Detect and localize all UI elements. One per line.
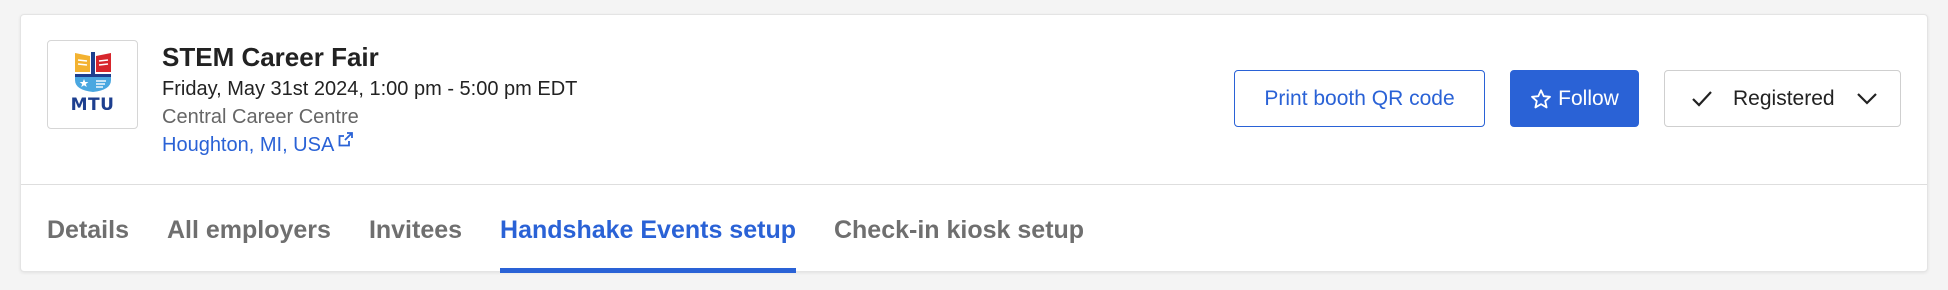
event-venue: Central Career Centre <box>162 106 359 128</box>
registered-content: Registered <box>1691 87 1835 111</box>
tab-check-in-kiosk-setup[interactable]: Check-in kiosk setup <box>834 185 1084 273</box>
mtu-logo-icon <box>74 52 111 92</box>
event-location-link[interactable]: Houghton, MI, USA <box>162 131 354 159</box>
tab-handshake-events-setup[interactable]: Handshake Events setup <box>500 185 796 273</box>
event-header: MTU STEM Career Fair Friday, May 31st 20… <box>21 15 1927 185</box>
event-actions: Print booth QR code Follow Registered <box>1234 70 1901 127</box>
event-date: Friday, May 31st 2024, 1:00 pm - 5:00 pm… <box>162 78 578 100</box>
event-title: STEM Career Fair <box>162 42 379 72</box>
event-logo: MTU <box>47 40 138 129</box>
event-info: STEM Career Fair Friday, May 31st 2024, … <box>162 41 577 159</box>
event-card: MTU STEM Career Fair Friday, May 31st 20… <box>20 14 1928 273</box>
event-tabs: Details All employers Invitees Handshake… <box>47 185 1084 273</box>
event-location-text: Houghton, MI, USA <box>162 134 335 156</box>
print-booth-qr-button[interactable]: Print booth QR code <box>1234 70 1485 127</box>
external-link-icon <box>338 132 354 147</box>
follow-label: Follow <box>1558 86 1619 110</box>
tab-invitees[interactable]: Invitees <box>369 185 462 273</box>
star-icon <box>1531 88 1552 108</box>
tab-details[interactable]: Details <box>47 185 129 273</box>
logo-text: MTU <box>70 95 115 115</box>
follow-button[interactable]: Follow <box>1510 70 1639 127</box>
registered-dropdown[interactable]: Registered <box>1664 70 1901 127</box>
tab-all-employers[interactable]: All employers <box>167 185 331 273</box>
registered-label: Registered <box>1733 86 1835 110</box>
check-icon <box>1692 90 1712 107</box>
chevron-down-icon <box>1857 92 1877 105</box>
